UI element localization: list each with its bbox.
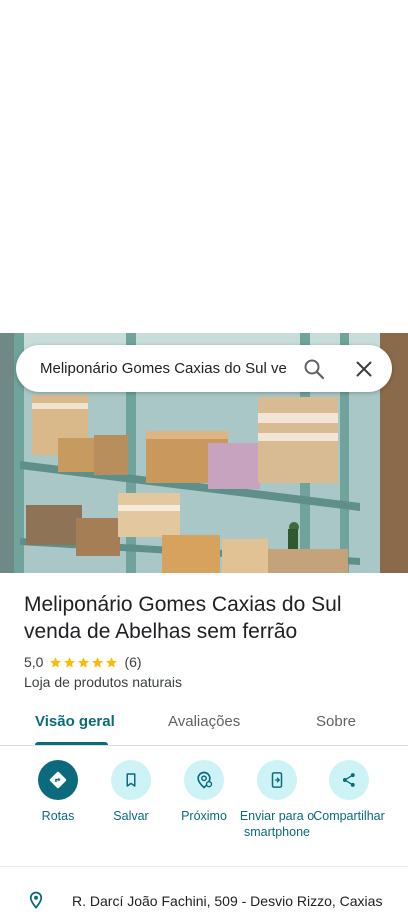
- save-button[interactable]: Salvar: [93, 760, 169, 824]
- divider: [0, 745, 408, 746]
- search-icon[interactable]: [302, 357, 326, 381]
- divider: [0, 866, 408, 867]
- directions-button[interactable]: Rotas: [20, 760, 96, 824]
- tab-about[interactable]: Sobre: [316, 713, 356, 730]
- tab-bar: Visão geral Avaliações Sobre: [0, 700, 408, 746]
- directions-icon[interactable]: [38, 760, 78, 800]
- star-icon: [92, 656, 104, 668]
- star-icon: [78, 656, 90, 668]
- search-bar[interactable]: Meliponário Gomes Caxias do Sul ve: [16, 345, 392, 392]
- tab-reviews[interactable]: Avaliações: [168, 713, 240, 730]
- nearby-label: Próximo: [181, 809, 227, 823]
- rating-row[interactable]: 5,0 (6): [24, 653, 142, 671]
- share-button[interactable]: Compartilhar: [311, 760, 387, 824]
- directions-label: Rotas: [41, 809, 75, 823]
- star-icon: [64, 656, 76, 668]
- send-to-phone-button[interactable]: Enviar para o smartphone: [239, 760, 315, 840]
- address-text: R. Darcí João Fachini, 509 - Desvio Rizz…: [72, 893, 383, 909]
- send-to-phone-icon[interactable]: [257, 760, 297, 800]
- nearby-icon[interactable]: [184, 760, 224, 800]
- save-label: Salvar: [113, 809, 149, 823]
- place-title: Meliponário Gomes Caxias do Sul venda de…: [24, 593, 342, 643]
- rating-stars: [49, 656, 119, 669]
- star-icon: [50, 656, 62, 668]
- place-category: Loja de produtos naturais: [24, 674, 182, 690]
- send-to-phone-label: Enviar para o smartphone: [239, 809, 315, 839]
- bookmark-icon[interactable]: [111, 760, 151, 800]
- close-icon[interactable]: [352, 357, 376, 381]
- rating-value: 5,0: [24, 654, 44, 670]
- review-count[interactable]: (6): [124, 654, 141, 670]
- tab-overview[interactable]: Visão geral: [35, 713, 115, 730]
- share-label: Compartilhar: [313, 809, 385, 823]
- share-icon[interactable]: [329, 760, 369, 800]
- location-pin-icon: [27, 891, 45, 909]
- star-icon: [106, 656, 118, 668]
- nearby-button[interactable]: Próximo: [166, 760, 242, 824]
- address-row[interactable]: R. Darcí João Fachini, 509 - Desvio Rizz…: [0, 891, 408, 911]
- search-input[interactable]: Meliponário Gomes Caxias do Sul ve: [40, 359, 288, 378]
